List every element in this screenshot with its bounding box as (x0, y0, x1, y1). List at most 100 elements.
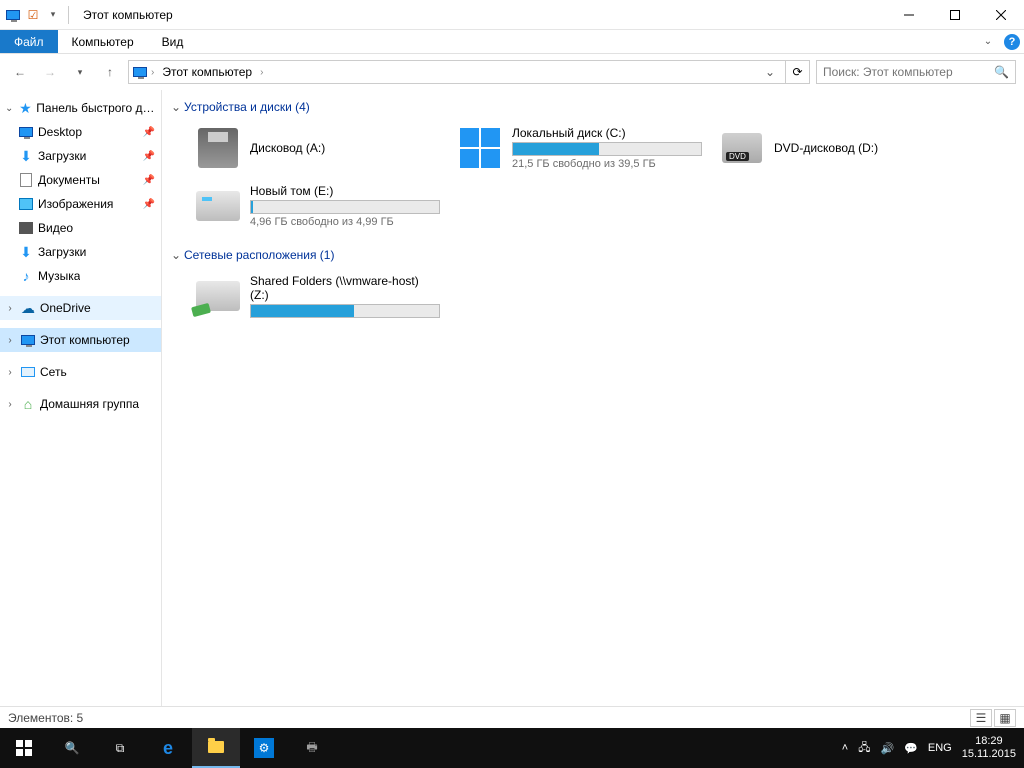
sidebar-item-documents[interactable]: Документы 📌 (0, 168, 161, 192)
sidebar-item-label: Домашняя группа (40, 397, 139, 411)
drive-label: Shared Folders (\\vmware-host) (Z:) (250, 274, 440, 302)
drive-floppy-a[interactable]: Дисковод (A:) (192, 120, 442, 176)
sidebar-item-label: Сеть (40, 365, 67, 379)
task-view-button[interactable]: ⧉ (96, 728, 144, 768)
tray-language[interactable]: ENG (928, 742, 952, 754)
drive-local-c[interactable]: Локальный диск (C:) 21,5 ГБ свободно из … (454, 120, 704, 176)
pin-icon: 📌 (143, 175, 155, 186)
system-tray: ˄ 🖧 🔊 💬 ENG 18:29 15.11.2015 (834, 735, 1024, 761)
sidebar-item-label: Музыка (38, 269, 80, 283)
breadcrumb[interactable]: Этот компьютер (158, 65, 256, 79)
app-icon (4, 6, 22, 24)
chevron-down-icon[interactable]: ⌄ (168, 248, 184, 262)
drive-volume-e[interactable]: Новый том (E:) 4,96 ГБ свободно из 4,99 … (192, 178, 442, 234)
drive-usage-bar (512, 142, 702, 156)
search-icon[interactable]: 🔍 (994, 65, 1009, 79)
homegroup-icon: ⌂ (20, 396, 36, 412)
tray-time: 18:29 (962, 735, 1016, 748)
ribbon-tabs: Файл Компьютер Вид ⌄ ? (0, 30, 1024, 54)
taskbar-settings[interactable]: ⚙ (240, 728, 288, 768)
folder-icon (208, 741, 224, 753)
help-button[interactable]: ? (1000, 30, 1024, 53)
sidebar-onedrive[interactable]: ›☁OneDrive (0, 296, 161, 320)
address-dropdown-icon[interactable]: ⌄ (759, 65, 781, 79)
taskbar-edge[interactable]: e (144, 728, 192, 768)
sidebar-item-downloads-2[interactable]: ⬇ Загрузки (0, 240, 161, 264)
desktop-icon (19, 127, 33, 137)
chevron-down-icon[interactable]: ⌄ (4, 103, 14, 114)
tray-clock[interactable]: 18:29 15.11.2015 (962, 735, 1016, 761)
drive-label: Дисковод (A:) (250, 141, 440, 155)
up-button[interactable]: ↑ (98, 60, 122, 84)
chevron-right-icon[interactable]: › (4, 335, 16, 346)
search-input[interactable] (823, 65, 994, 79)
sidebar-item-downloads[interactable]: ⬇Загрузки📌 (0, 144, 161, 168)
sidebar-item-label: Документы (38, 173, 100, 187)
sidebar-homegroup[interactable]: › ⌂ Домашняя группа (0, 392, 161, 416)
group-network-locations[interactable]: ⌄ Сетевые расположения (1) (168, 244, 1024, 266)
pin-icon: 📌 (143, 199, 155, 210)
sidebar-quick-access[interactable]: ⌄ ★ Панель быстрого доступа (0, 96, 161, 120)
qa-properties-icon[interactable]: ☑ (24, 6, 42, 24)
taskbar: 🔍 ⧉ e ⚙ 🖶 ˄ 🖧 🔊 💬 ENG 18:29 15.11.2015 (0, 728, 1024, 768)
drive-label: DVD-дисковод (D:) (774, 141, 964, 155)
chevron-down-icon[interactable]: ⌄ (168, 100, 184, 114)
chevron-right-icon[interactable]: › (4, 303, 16, 314)
recent-dropdown-icon[interactable]: ▾ (68, 60, 92, 84)
group-title: Устройства и диски (4) (184, 100, 310, 114)
tray-show-hidden-icon[interactable]: ˄ (842, 742, 848, 754)
refresh-button[interactable]: ⟳ (786, 60, 810, 84)
tray-network-icon[interactable]: 🖧 (858, 739, 870, 758)
drive-network-z[interactable]: Shared Folders (\\vmware-host) (Z:) (192, 268, 442, 324)
taskbar-search-button[interactable]: 🔍 (48, 728, 96, 768)
drive-dvd-d[interactable]: DVD-дисковод (D:) (716, 120, 966, 176)
sidebar-item-label: Панель быстрого доступа (36, 101, 161, 115)
computer-icon (21, 335, 35, 345)
window-title: Этот компьютер (77, 8, 173, 22)
search-box[interactable]: 🔍 (816, 60, 1016, 84)
sidebar-this-pc[interactable]: ›Этот компьютер (0, 328, 161, 352)
sidebar-item-pictures[interactable]: Изображения📌 (0, 192, 161, 216)
content-pane: ⌄ Устройства и диски (4) Дисковод (A:) Л… (162, 90, 1024, 706)
back-button[interactable]: ← (8, 60, 32, 84)
tab-view[interactable]: Вид (148, 30, 198, 53)
group-devices[interactable]: ⌄ Устройства и диски (4) (168, 96, 1024, 118)
taskbar-explorer[interactable] (192, 728, 240, 768)
dvd-icon (722, 133, 762, 163)
network-drive-icon (196, 281, 240, 311)
view-details-button[interactable]: ☰ (970, 709, 992, 727)
address-icon (133, 67, 147, 77)
sidebar-item-video[interactable]: Видео (0, 216, 161, 240)
chevron-right-icon[interactable]: › (4, 399, 16, 410)
taskbar-app[interactable]: 🖶 (288, 728, 336, 768)
downloads-icon: ⬇ (18, 244, 34, 260)
qa-dropdown-icon[interactable]: ▾ (44, 6, 62, 24)
nav-row: ← → ▾ ↑ › Этот компьютер › ⌄ ⟳ 🔍 (0, 54, 1024, 90)
chevron-right-icon[interactable]: › (4, 367, 16, 378)
document-icon (20, 173, 32, 187)
start-button[interactable] (0, 728, 48, 768)
chevron-right-icon[interactable]: › (260, 67, 263, 78)
minimize-button[interactable] (886, 0, 932, 30)
chevron-right-icon[interactable]: › (151, 67, 154, 78)
tray-volume-icon[interactable]: 🔊 (881, 742, 895, 755)
sidebar-item-label: Загрузки (38, 245, 86, 259)
tab-computer[interactable]: Компьютер (58, 30, 148, 53)
tray-notifications-icon[interactable]: 💬 (904, 742, 918, 755)
maximize-button[interactable] (932, 0, 978, 30)
pin-icon: 📌 (143, 127, 155, 138)
star-icon: ★ (18, 100, 32, 116)
view-tiles-button[interactable]: ▦ (994, 709, 1016, 727)
cloud-icon: ☁ (20, 300, 36, 316)
sidebar-item-label: Desktop (38, 125, 82, 139)
windows-drive-icon (460, 128, 500, 168)
tab-file[interactable]: Файл (0, 30, 58, 53)
ribbon-expand-icon[interactable]: ⌄ (976, 30, 1000, 53)
close-button[interactable] (978, 0, 1024, 30)
sidebar-item-desktop[interactable]: Desktop 📌 (0, 120, 161, 144)
address-bar[interactable]: › Этот компьютер › ⌄ (128, 60, 786, 84)
sidebar-network[interactable]: › Сеть (0, 360, 161, 384)
forward-button[interactable]: → (38, 60, 62, 84)
status-bar: Элементов: 5 ☰ ▦ (0, 706, 1024, 728)
sidebar-item-music[interactable]: ♪Музыка (0, 264, 161, 288)
